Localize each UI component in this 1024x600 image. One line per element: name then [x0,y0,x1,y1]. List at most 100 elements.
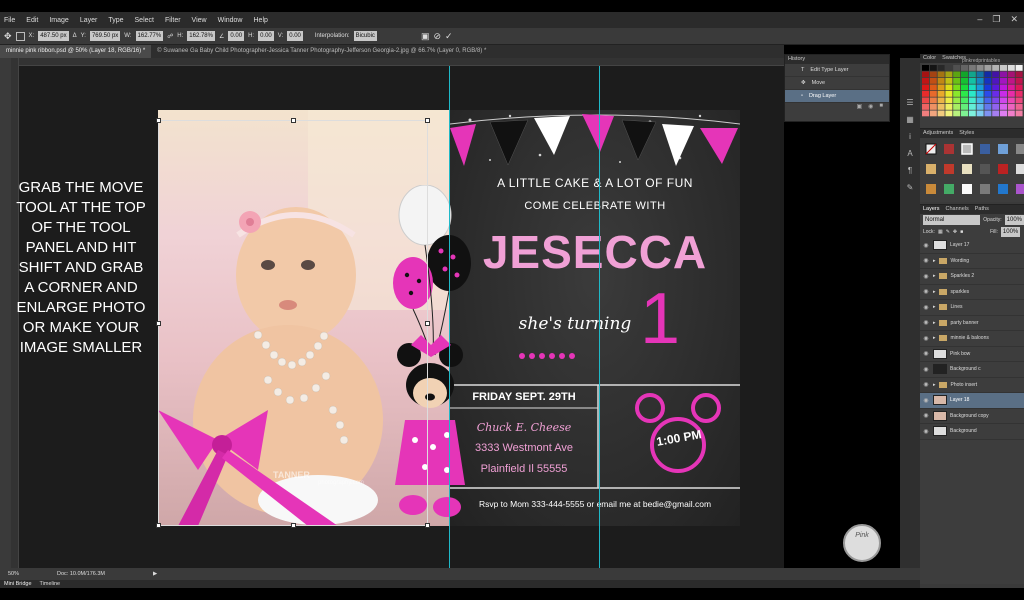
lock-brush-icon[interactable]: ✎ [946,229,950,235]
swatch[interactable] [1000,91,1007,97]
swatch[interactable] [1015,97,1023,104]
swatch[interactable] [937,97,945,104]
reference-point-icon[interactable] [15,31,25,41]
camera-icon[interactable]: ◉ [868,103,873,111]
chalkboard-invite[interactable]: A LITTLE CAKE & A LOT OF FUN COME CELEBR… [450,110,740,526]
swatch[interactable] [976,91,984,97]
trash-icon[interactable]: ■ [879,103,883,111]
lock-pixels-icon[interactable]: ▦ [938,229,943,235]
swatch[interactable] [953,97,961,104]
swatch[interactable] [953,104,961,110]
layer-row[interactable]: ◉ Layer 18 [920,393,1024,409]
swatch[interactable] [945,78,953,84]
fill-field[interactable]: 100% [1000,227,1021,237]
expand-arrow-icon[interactable]: ▸ [933,320,936,326]
history-item[interactable]: ✥ Move [785,77,889,90]
new-document-icon[interactable]: ▣ [856,103,862,111]
y-field[interactable]: 769.50 px [89,31,121,41]
visibility-eye-icon[interactable]: ◉ [922,257,930,264]
swatch[interactable] [953,110,961,117]
swatch[interactable] [984,104,992,110]
history-dock-icon[interactable]: ☰ [906,98,913,107]
layer-row[interactable]: ◉ Layer 17 [920,238,1024,254]
hskew-field[interactable]: 0.00 [258,31,274,41]
handle-bottom-middle[interactable] [291,523,296,528]
restore-icon[interactable]: ❐ [992,14,1000,25]
swatch[interactable] [945,91,953,97]
status-arrow-icon[interactable]: ▶ [153,571,157,577]
swatch[interactable] [961,65,968,71]
swatch[interactable] [953,84,961,91]
swatch[interactable] [961,84,968,91]
layer-row[interactable]: ◉ ▸ minnie & baloons [920,331,1024,347]
swatch[interactable] [976,84,984,91]
menu-image[interactable]: Image [49,17,68,24]
swatch[interactable] [1000,97,1007,104]
handle-top-left[interactable] [156,118,161,123]
swatch[interactable] [929,97,937,104]
visibility-eye-icon[interactable]: ◉ [922,273,930,280]
swatch[interactable] [945,84,953,91]
menu-filter[interactable]: Filter [165,17,181,24]
lock-all-icon[interactable]: ■ [960,229,963,235]
tab-mini-bridge[interactable]: Mini Bridge [4,581,32,587]
vskew-field[interactable]: 0.00 [287,31,303,41]
swatch[interactable] [984,78,992,84]
swatch[interactable] [1007,71,1015,78]
swatch[interactable] [968,78,976,84]
swatch[interactable] [1007,110,1015,117]
layer-row[interactable]: ◉ ▸ Lines [920,300,1024,316]
swatch[interactable] [1015,91,1023,97]
swatch[interactable] [1000,71,1007,78]
paragraph-dock-icon[interactable]: ¶ [908,166,912,175]
swatch[interactable] [953,78,961,84]
swatch[interactable] [1000,104,1007,110]
swatch[interactable] [984,110,992,117]
swatch[interactable] [937,91,945,97]
warp-icon[interactable]: ▣ [421,31,430,42]
handle-top-middle[interactable] [291,118,296,123]
swatch[interactable] [1007,78,1015,84]
swatch[interactable] [1000,84,1007,91]
handle-bottom-left[interactable] [156,523,161,528]
tab-photographer-jpg[interactable]: © Suwanee Ga Baby Child Photographer-Jes… [151,45,492,58]
move-tool-icon[interactable]: ✥ [4,31,12,42]
swatch[interactable] [929,78,937,84]
swatch[interactable] [992,97,1000,104]
swatch[interactable] [961,71,968,78]
swatch[interactable] [992,84,1000,91]
visibility-eye-icon[interactable]: ◉ [922,319,930,326]
guide-line-vertical-1[interactable] [449,66,450,568]
swatch[interactable] [929,71,937,78]
layer-row[interactable]: ◉ ▸ Photo insert [920,378,1024,393]
swatch[interactable] [1015,65,1023,71]
menu-window[interactable]: Window [218,17,243,24]
visibility-eye-icon[interactable]: ◉ [922,242,930,249]
tab-paths[interactable]: Paths [975,205,989,214]
swatch[interactable] [922,78,929,84]
handle-top-right[interactable] [425,118,430,123]
swatch[interactable] [945,65,953,71]
layer-row[interactable]: ◉ ▸ Wording [920,254,1024,269]
tool-panel[interactable] [0,58,11,568]
swatch[interactable] [929,91,937,97]
layer-row[interactable]: ◉ Background copy [920,409,1024,424]
swatch[interactable] [929,104,937,110]
handle-middle-left[interactable] [156,321,161,326]
properties-dock-icon[interactable]: ▦ [906,115,914,124]
swatch[interactable] [976,65,984,71]
layer-row[interactable]: ◉ ▸ party banner [920,316,1024,331]
swatch[interactable] [1007,97,1015,104]
swatch[interactable] [984,71,992,78]
expand-arrow-icon[interactable]: ▸ [933,289,936,295]
swatch[interactable] [961,110,968,117]
swatch[interactable] [922,65,929,71]
swatch[interactable] [945,71,953,78]
layer-row[interactable]: ◉ Background c [920,362,1024,378]
opacity-field[interactable]: 100% [1004,215,1024,225]
swatch[interactable] [1000,65,1007,71]
swatch[interactable] [984,65,992,71]
swatch[interactable] [929,84,937,91]
menu-file[interactable]: File [4,17,15,24]
cancel-transform-icon[interactable]: ⊘ [433,31,441,42]
